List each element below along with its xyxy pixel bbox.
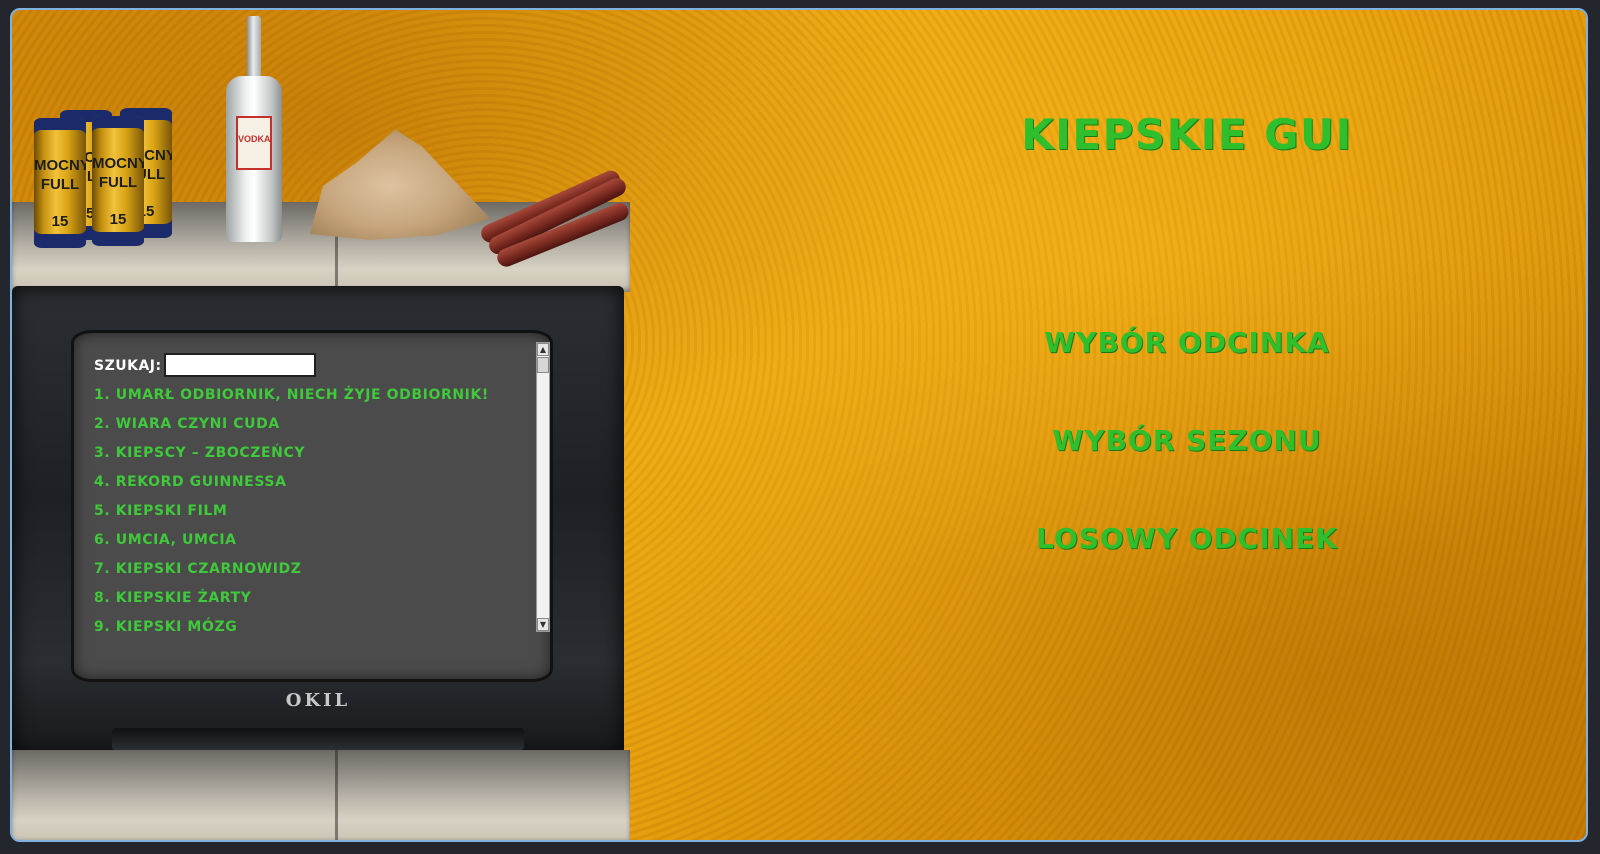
search-input[interactable] <box>164 353 316 377</box>
list-item[interactable]: 3. KIEPSCY – ZBOCZEŃCY <box>94 439 534 468</box>
random-episode-button[interactable]: LOSOWY ODCINEK <box>892 522 1482 555</box>
list-item[interactable]: 1. UMARŁ ODBIORNIK, NIECH ŻYJE ODBIORNIK… <box>94 381 534 410</box>
shelf-seam <box>335 750 338 840</box>
tv-brand-logo: OKIL <box>285 690 351 711</box>
cheese-wedge <box>309 129 491 240</box>
list-item[interactable]: 6. UMCIA, UMCIA <box>94 526 534 555</box>
beer-can-front-left: MOCNY FULL 15 <box>34 118 86 248</box>
bottle-body: VODKA <box>226 76 282 242</box>
app-title: KIEPSKIE GUI <box>1021 110 1353 159</box>
episode-select-button[interactable]: WYBÓR ODCINKA <box>892 326 1482 359</box>
beer-can-front-right: MOCNY FULL 15 <box>92 116 144 246</box>
list-item[interactable]: 8. KIEPSKIE ŻARTY <box>94 584 534 613</box>
bottle-label: VODKA <box>236 116 272 170</box>
list-item[interactable]: 5. KIEPSKI FILM <box>94 497 534 526</box>
list-item[interactable]: 7. KIEPSKI CZARNOWIDZ <box>94 555 534 584</box>
scroll-thumb[interactable] <box>537 357 549 373</box>
season-select-button[interactable]: WYBÓR SEZONU <box>892 424 1482 457</box>
can-number: 15 <box>109 211 127 228</box>
search-label: SZUKAJ: <box>94 358 162 374</box>
vodka-bottle: VODKA <box>224 16 284 242</box>
list-item[interactable]: 9. KIEPSKI MÓZG <box>94 613 534 642</box>
scroll-down-arrow-icon[interactable]: ▼ <box>537 618 549 631</box>
can-number: 15 <box>51 213 69 230</box>
bottom-shelf <box>12 750 630 840</box>
list-item[interactable]: 2. WIARA CZYNI CUDA <box>94 410 534 439</box>
can-label: MOCNY FULL <box>92 155 144 191</box>
episode-list-scrollbar[interactable]: ▲ ▼ <box>536 342 550 632</box>
list-item[interactable]: 4. REKORD GUINNESSA <box>94 468 534 497</box>
app-window: MOCNY FULL 15 MOCNY FULL 15 MOCNY FULL 1… <box>10 8 1588 842</box>
scroll-up-arrow-icon[interactable]: ▲ <box>537 343 549 356</box>
can-label: MOCNY FULL <box>34 157 86 193</box>
tv-control-panel <box>112 728 524 750</box>
episode-list: 1. UMARŁ ODBIORNIK, NIECH ŻYJE ODBIORNIK… <box>94 381 534 642</box>
